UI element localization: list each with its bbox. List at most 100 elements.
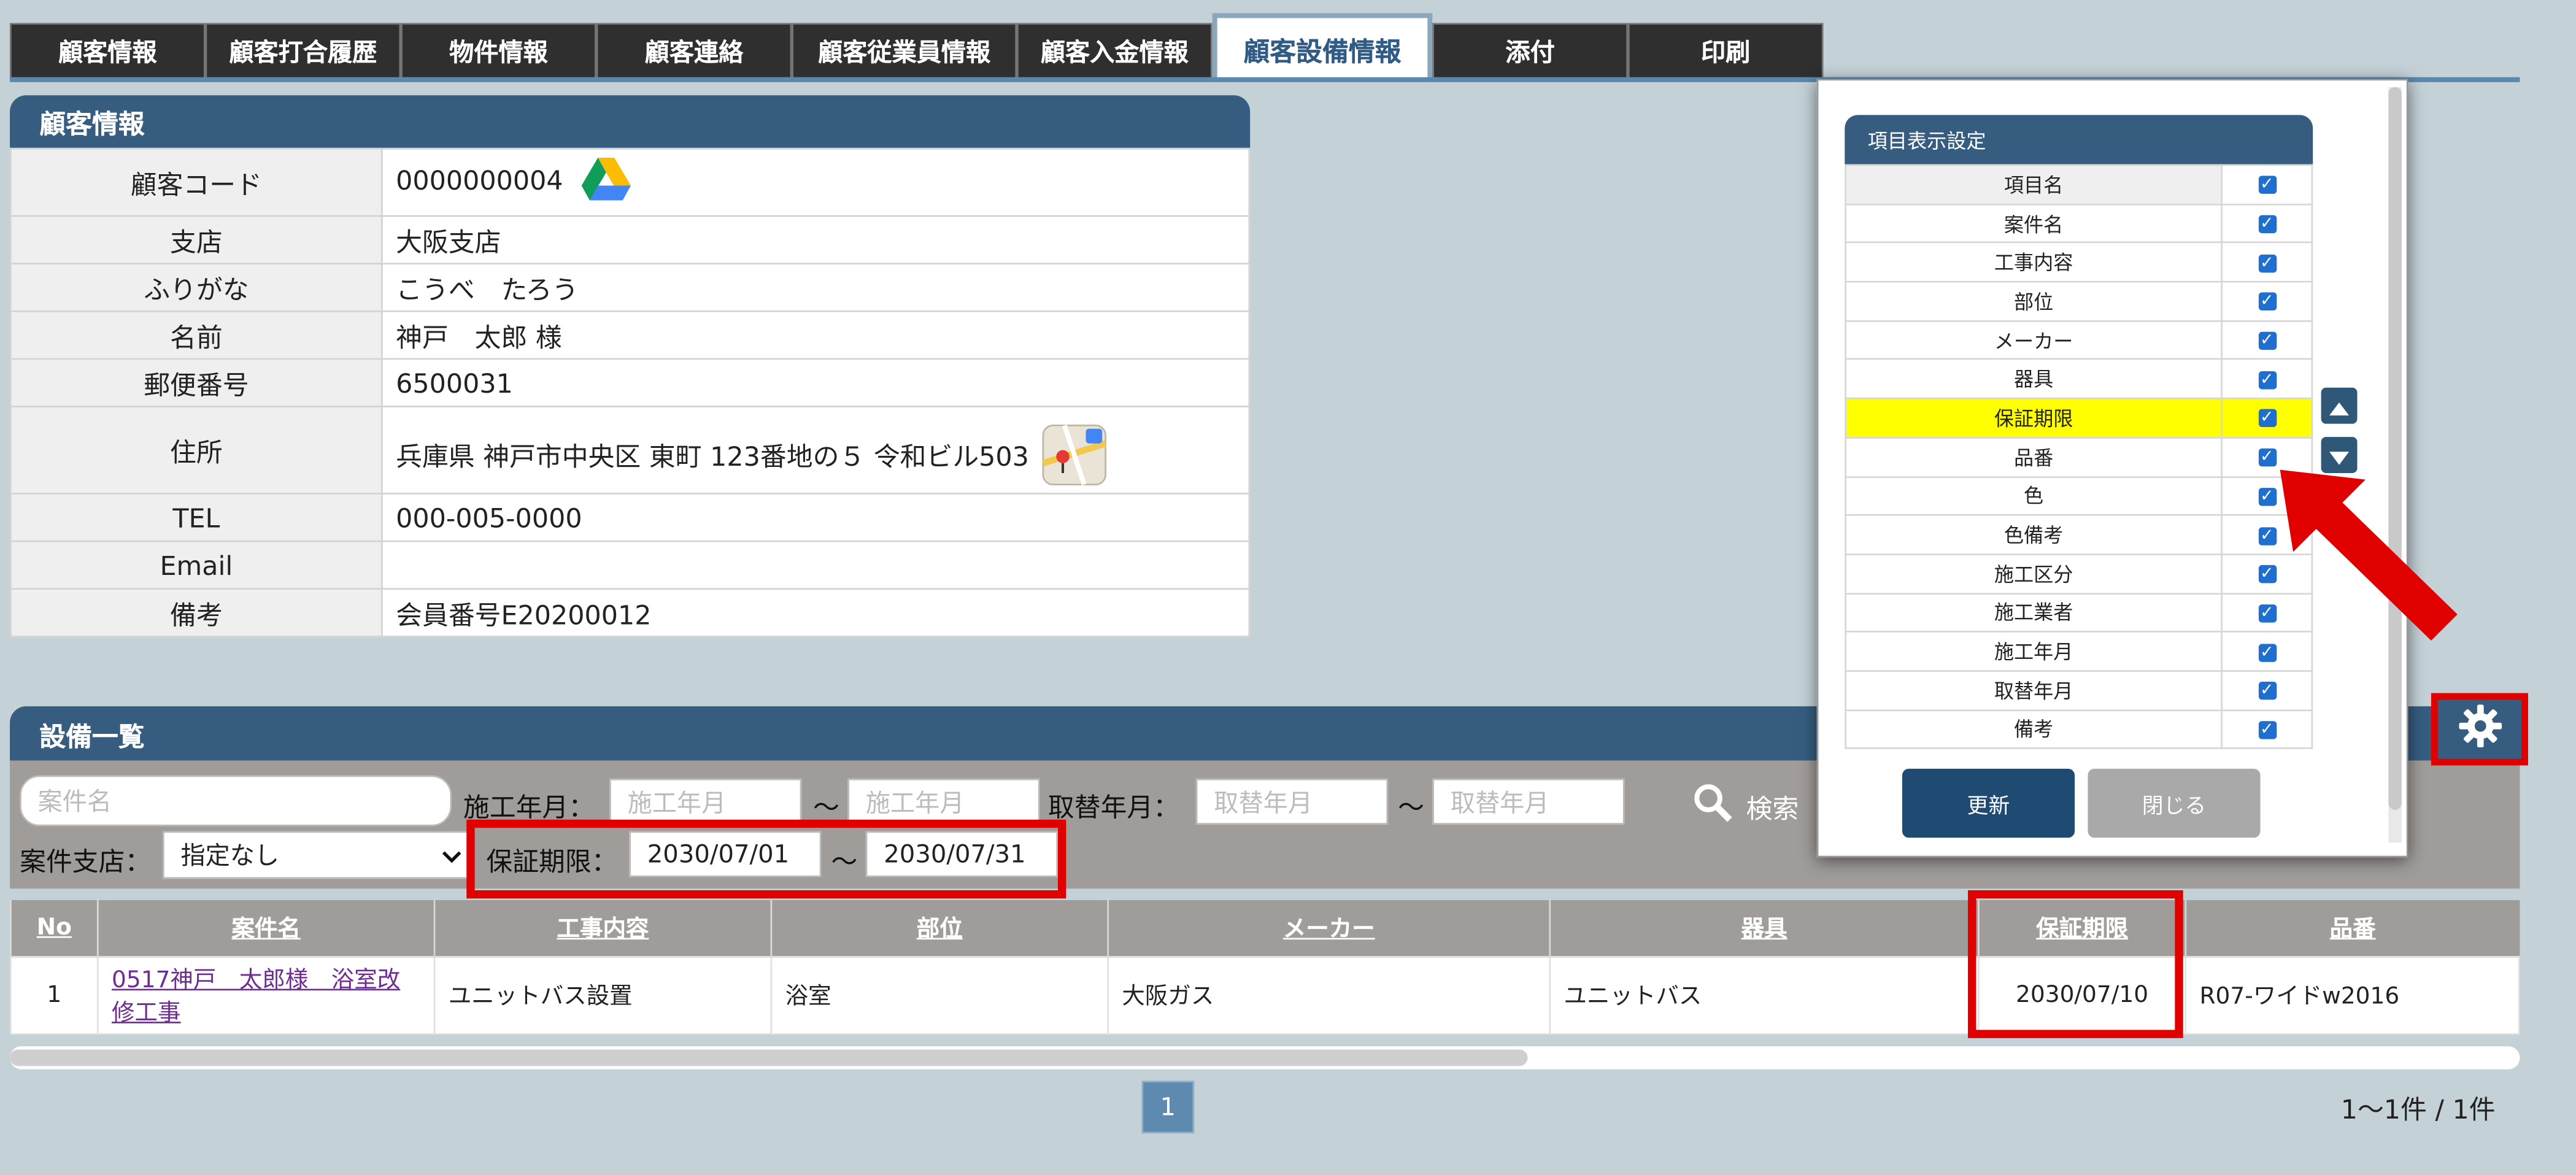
search-button[interactable]: 検索 (1694, 784, 1799, 830)
branch-select-value: 指定なし (180, 841, 280, 871)
list-item: 項目名 ✓ (1845, 164, 2313, 205)
move-up-button[interactable] (2321, 387, 2358, 424)
dialog-scrollbar-thumb[interactable] (2388, 87, 2402, 810)
item-label: 保証期限 (1845, 398, 2223, 439)
list-item: 色備考 ✓ (1845, 514, 2313, 555)
checkbox[interactable]: ✓ (2258, 332, 2276, 350)
checkbox[interactable]: ✓ (2258, 409, 2276, 428)
checkbox[interactable]: ✓ (2258, 643, 2276, 661)
item-label: 項目名 (1845, 164, 2223, 205)
info-value: 000-005-0000 (381, 493, 1251, 542)
info-label: 郵便番号 (10, 358, 383, 407)
col-header-no[interactable]: No (10, 900, 98, 957)
info-value: こうべ たろう (381, 263, 1251, 312)
info-label: 顧客コード (10, 147, 383, 217)
item-label: 備考 (1845, 709, 2223, 750)
list-item: メーカー ✓ (1845, 320, 2313, 361)
col-header-fixture[interactable]: 器具 (1549, 900, 1979, 957)
list-item: 取替年月 ✓ (1845, 670, 2313, 711)
list-item: 備考 ✓ (1845, 709, 2313, 750)
col-header-part[interactable]: 部位 (770, 900, 1108, 957)
info-row-postal: 郵便番号 6500031 (10, 358, 1251, 407)
update-button[interactable]: 更新 (1902, 768, 2075, 838)
info-value: 大阪支店 (381, 215, 1251, 264)
cell-fixture: ユニットバス (1549, 956, 1980, 1035)
cell-product: R07-ワイドw2016 (2185, 956, 2520, 1035)
item-label: 案件名 (1845, 203, 2223, 244)
tab-print[interactable]: 印刷 (1627, 23, 1824, 79)
customer-info-table: 顧客コード 0000000004 支店 大阪支店 ふりがな こうべ たろう 名前… (10, 147, 1251, 638)
col-header-case[interactable]: 案件名 (96, 900, 435, 957)
info-row-name: 名前 神戸 太郎 様 (10, 310, 1251, 360)
replace-from-input[interactable]: 取替年月 (1195, 778, 1389, 825)
cell-no: 1 (10, 956, 99, 1035)
checkbox[interactable]: ✓ (2258, 721, 2276, 739)
list-item: 器具 ✓ (1845, 358, 2313, 399)
list-item: 施工年月 ✓ (1845, 631, 2313, 672)
column-settings-button[interactable] (2431, 693, 2528, 766)
tab-customer-info[interactable]: 顧客情報 (10, 23, 206, 79)
construction-to-input[interactable]: 施工年月 (847, 778, 1040, 825)
tab-customer-contact[interactable]: 顧客連絡 (596, 23, 792, 79)
search-icon (1694, 784, 1733, 830)
item-label: 取替年月 (1845, 670, 2223, 711)
checkbox[interactable]: ✓ (2258, 215, 2276, 234)
tab-payment-info[interactable]: 顧客入金情報 (1017, 23, 1213, 79)
scrollbar-thumb[interactable] (10, 1049, 1528, 1066)
info-value: 6500031 (381, 358, 1251, 407)
cell-work: ユニットバス設置 (433, 956, 773, 1035)
gear-icon (2456, 703, 2502, 756)
tab-attachments[interactable]: 添付 (1432, 23, 1628, 79)
case-name-input[interactable]: 案件名 (20, 775, 452, 826)
checkbox[interactable]: ✓ (2258, 371, 2276, 389)
col-header-maker[interactable]: メーカー (1107, 900, 1550, 957)
info-label: ふりがな (10, 263, 383, 312)
list-item: 施工業者 ✓ (1845, 592, 2313, 633)
horizontal-scrollbar[interactable] (10, 1046, 2520, 1069)
list-item-selected[interactable]: 保証期限 ✓ (1845, 398, 2313, 439)
info-label: 名前 (10, 310, 383, 360)
google-drive-icon[interactable] (581, 157, 631, 207)
item-label: 施工業者 (1845, 592, 2223, 633)
customer-code-value: 0000000004 (396, 165, 563, 196)
info-row-code: 顧客コード 0000000004 (10, 147, 1251, 217)
result-count: 1～1件 / 1件 (2340, 1093, 2496, 1125)
info-label: 備考 (10, 588, 383, 638)
list-item: 部位 ✓ (1845, 280, 2313, 322)
checkbox[interactable]: ✓ (2258, 254, 2276, 272)
info-row-tel: TEL 000-005-0000 (10, 493, 1251, 542)
map-icon[interactable] (1041, 424, 1106, 493)
branch-select[interactable]: 指定なし (163, 831, 473, 879)
case-link[interactable]: 0517神戸 太郎様 浴室改修工事 (112, 968, 400, 1027)
chevron-down-icon (442, 840, 461, 869)
info-value: 神戸 太郎 様 (381, 310, 1251, 360)
construction-label: 施工年月： (463, 792, 595, 823)
col-header-product[interactable]: 品番 (2185, 900, 2520, 957)
replace-to-input[interactable]: 取替年月 (1432, 778, 1625, 825)
checkbox[interactable]: ✓ (2258, 176, 2276, 195)
range-tilde: ～ (1398, 792, 1425, 823)
range-tilde: ～ (813, 792, 839, 823)
col-header-work[interactable]: 工事内容 (433, 900, 771, 957)
tab-meeting-history[interactable]: 顧客打合履歴 (205, 23, 401, 79)
checkbox[interactable]: ✓ (2258, 293, 2276, 312)
column-settings-table: 項目名 ✓ 案件名 ✓ 工事内容 ✓ 部位 ✓ メーカー ✓ 器具 ✓ 保証期限 ✓ 品番 ✓ … (1845, 164, 2313, 750)
cell-maker: 大阪ガス (1107, 956, 1551, 1035)
info-row-note: 備考 会員番号E20200012 (10, 588, 1251, 638)
warranty-column-highlight (1968, 890, 2183, 1038)
info-row-address: 住所 兵庫県 神戸市中央区 東町 123番地の５ 令和ビル503 (10, 406, 1251, 495)
info-row-furigana: ふりがな こうべ たろう (10, 263, 1251, 312)
item-label: メーカー (1845, 320, 2223, 361)
info-value: 会員番号E20200012 (381, 588, 1251, 638)
checkbox[interactable]: ✓ (2258, 682, 2276, 701)
close-button[interactable]: 閉じる (2088, 768, 2261, 838)
cell-part: 浴室 (770, 956, 1109, 1035)
info-value-cell: 兵庫県 神戸市中央区 東町 123番地の５ 令和ビル503 (381, 406, 1251, 495)
item-label: 施工年月 (1845, 631, 2223, 672)
tab-employee-info[interactable]: 顧客従業員情報 (792, 23, 1017, 79)
construction-from-input[interactable]: 施工年月 (609, 778, 802, 825)
address-value: 兵庫県 神戸市中央区 東町 123番地の５ 令和ビル503 (396, 441, 1029, 472)
tab-equipment-info[interactable]: 顧客設備情報 (1212, 13, 1433, 79)
page-button-1[interactable]: 1 (1141, 1081, 1195, 1134)
tab-property-info[interactable]: 物件情報 (401, 23, 596, 79)
